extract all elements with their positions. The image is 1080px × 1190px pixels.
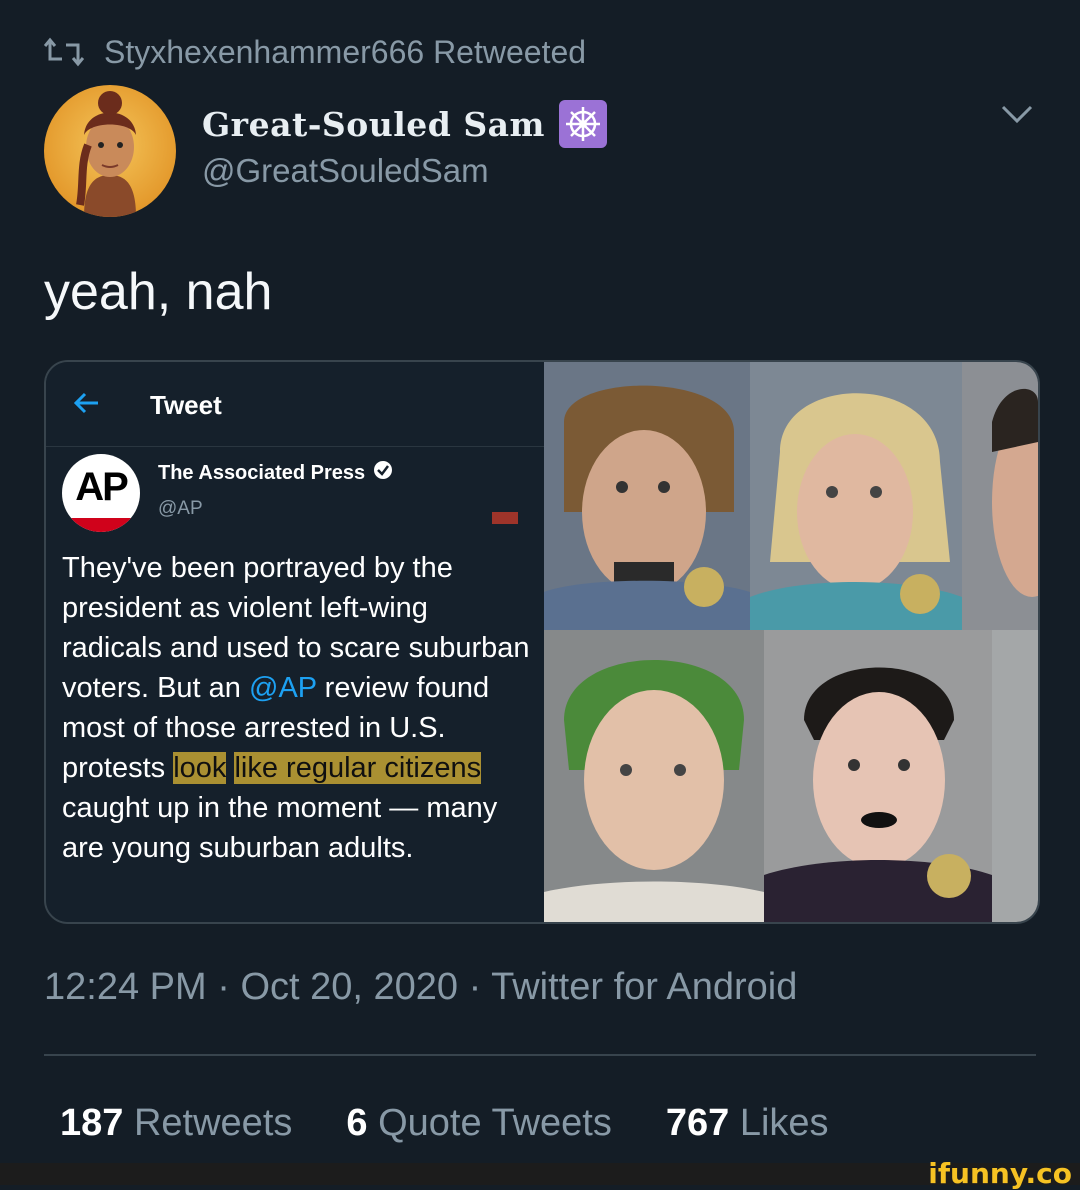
likes-stat[interactable]: 767 Likes — [666, 1102, 829, 1145]
dharma-wheel-icon — [558, 100, 607, 148]
mugshot-6-partial — [992, 630, 1038, 922]
tweet-time: 12:24 PM — [44, 966, 207, 1008]
retweets-stat[interactable]: 187 Retweets — [60, 1102, 292, 1145]
author-handle[interactable]: @GreatSouledSam — [202, 152, 489, 190]
mugshot-5 — [764, 630, 992, 922]
verified-icon — [373, 460, 393, 486]
watermark-bar — [0, 1163, 1080, 1185]
display-name-text: Great-Souled Sam — [202, 104, 545, 144]
chevron-down-icon[interactable] — [1000, 102, 1034, 131]
mugshot-3 — [962, 362, 1038, 630]
retweet-icon — [44, 37, 84, 67]
mugshot-1 — [544, 362, 750, 630]
mugshot-2 — [750, 362, 962, 630]
retweet-text[interactable]: Styxhexenhammer666 Retweeted — [104, 34, 586, 71]
ap-mention-link: @AP — [249, 672, 317, 704]
inner-tweet-header: Tweet — [46, 362, 544, 447]
quoted-tweet-panel: Tweet AP The Associated Press @AP They'v… — [46, 362, 544, 922]
separator: · — [468, 966, 482, 1008]
author-display-name[interactable]: Great-Souled Sam — [202, 100, 607, 148]
highlighted-text: look — [173, 752, 227, 784]
watermark: ifunny.co — [928, 1157, 1072, 1190]
ap-logo-text: AP — [75, 465, 129, 509]
quote-tweets-stat[interactable]: 6 Quote Tweets — [346, 1102, 611, 1145]
highlighted-text: like regular citizens — [234, 752, 482, 784]
inner-header-title: Tweet — [150, 390, 222, 420]
tweet-text: yeah, nah — [44, 263, 273, 321]
quoted-tweet-body: They've been portrayed by the president … — [62, 552, 530, 864]
quoted-author-name: The Associated Press — [158, 460, 393, 486]
mugshot-collage — [544, 362, 1038, 922]
quoted-screenshot-card[interactable]: Tweet AP The Associated Press @AP They'v… — [44, 360, 1040, 924]
avatar[interactable] — [44, 85, 176, 217]
mugshot-4 — [544, 630, 764, 922]
separator: · — [217, 966, 230, 1008]
ap-logo: AP — [62, 454, 140, 532]
quoted-author-handle: @AP — [158, 498, 203, 519]
retweet-line: Styxhexenhammer666 Retweeted — [44, 30, 586, 74]
divider — [44, 1054, 1036, 1056]
back-arrow-icon — [72, 388, 102, 423]
tweet-stats: 187 Retweets 6 Quote Tweets 767 Likes — [60, 1102, 829, 1145]
tweet-timestamp[interactable]: 12:24 PM · Oct 20, 2020 · Twitter for An… — [44, 966, 797, 1009]
tweet-date: Oct 20, 2020 — [240, 966, 459, 1008]
tweet-client: Twitter for Android — [491, 966, 798, 1008]
